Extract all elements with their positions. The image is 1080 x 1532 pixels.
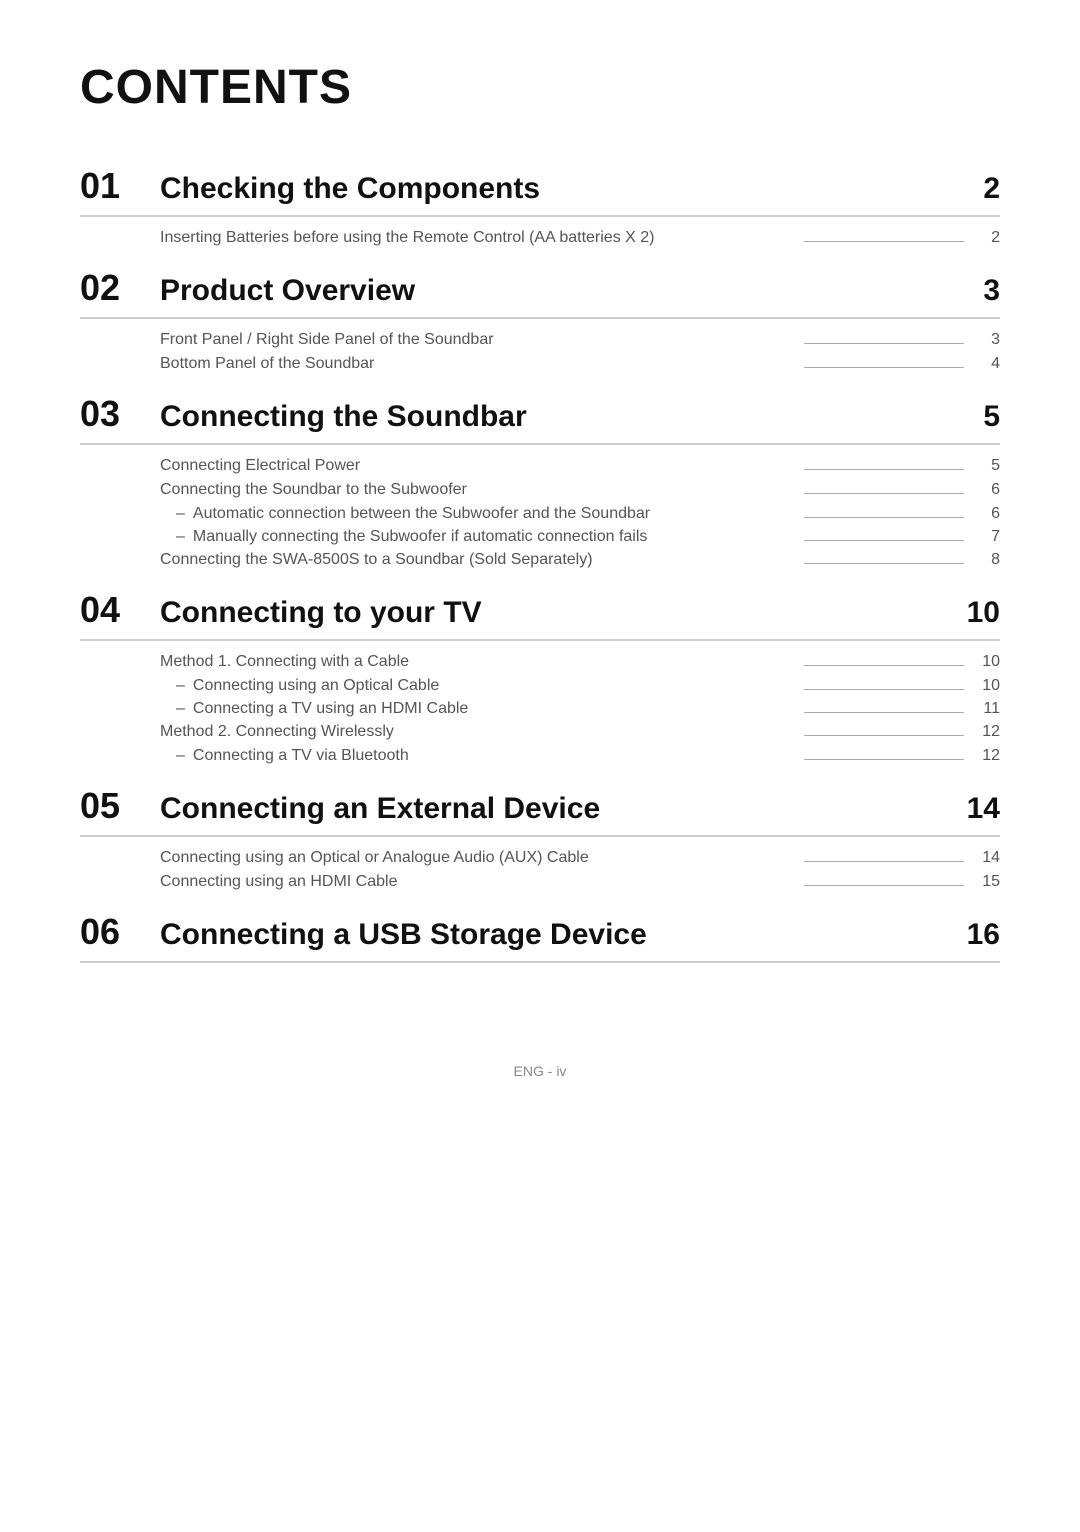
section-number-02: 02 <box>80 267 160 309</box>
toc-entry-text: Connecting using an HDMI Cable <box>160 873 792 891</box>
sub-entry-text: Connecting a TV using an HDMI Cable <box>193 700 792 718</box>
toc-sub-entry: –Connecting using an Optical Cable 10 <box>160 677 1000 695</box>
sub-entry-dash: – <box>176 747 185 765</box>
sub-entry-dots <box>804 540 964 541</box>
section-06: 06Connecting a USB Storage Device16 <box>80 911 1000 963</box>
section-page-06: 16 <box>960 918 1000 952</box>
toc-entry-text: Front Panel / Right Side Panel of the So… <box>160 331 792 349</box>
section-title-04: Connecting to your TV <box>160 596 960 630</box>
section-number-06: 06 <box>80 911 160 953</box>
section-title-01: Checking the Components <box>160 172 960 206</box>
toc-sub-entry: –Connecting a TV via Bluetooth 12 <box>160 747 1000 765</box>
section-title-05: Connecting an External Device <box>160 792 960 826</box>
section-page-02: 3 <box>960 274 1000 308</box>
toc-entry-page: 12 <box>976 723 1000 741</box>
sub-entry-page: 10 <box>976 677 1000 695</box>
section-number-05: 05 <box>80 785 160 827</box>
sub-entry-dash: – <box>176 505 185 523</box>
page-footer: ENG - iv <box>80 1043 1000 1079</box>
sub-entry-page: 12 <box>976 747 1000 765</box>
toc-entry-page: 4 <box>976 355 1000 373</box>
toc-entry: Connecting using an HDMI Cable 15 <box>160 873 1000 891</box>
toc-entry-page: 5 <box>976 457 1000 475</box>
toc-entry-page: 15 <box>976 873 1000 891</box>
toc-entry: Front Panel / Right Side Panel of the So… <box>160 331 1000 349</box>
toc-entry-text: Method 1. Connecting with a Cable <box>160 653 792 671</box>
sub-entry-dots <box>804 517 964 518</box>
section-title-03: Connecting the Soundbar <box>160 400 960 434</box>
toc-entry-text: Connecting the Soundbar to the Subwoofer <box>160 481 792 499</box>
section-page-04: 10 <box>960 596 1000 630</box>
toc-entry: Connecting the SWA-8500S to a Soundbar (… <box>160 551 1000 569</box>
toc-entry: Bottom Panel of the Soundbar 4 <box>160 355 1000 373</box>
toc-entry: Connecting the Soundbar to the Subwoofer… <box>160 481 1000 499</box>
section-number-01: 01 <box>80 165 160 207</box>
toc-entry-dots <box>804 367 964 368</box>
sub-entry-dots <box>804 689 964 690</box>
sub-entry-text: Manually connecting the Subwoofer if aut… <box>193 528 792 546</box>
section-page-03: 5 <box>960 400 1000 434</box>
toc-entry-text: Inserting Batteries before using the Rem… <box>160 229 792 247</box>
toc-entry-page: 6 <box>976 481 1000 499</box>
toc-entry-page: 2 <box>976 229 1000 247</box>
toc-sub-entry: –Manually connecting the Subwoofer if au… <box>160 528 1000 546</box>
section-01: 01Checking the Components2Inserting Batt… <box>80 165 1000 247</box>
toc-entry-dots <box>804 885 964 886</box>
toc-entry-dots <box>804 241 964 242</box>
sub-entry-page: 7 <box>976 528 1000 546</box>
sub-entry-dash: – <box>176 528 185 546</box>
toc-sub-entry: –Automatic connection between the Subwoo… <box>160 505 1000 523</box>
toc-entry: Connecting using an Optical or Analogue … <box>160 849 1000 867</box>
sub-entry-page: 6 <box>976 505 1000 523</box>
sub-entry-text: Connecting using an Optical Cable <box>193 677 792 695</box>
toc-entry-text: Method 2. Connecting Wirelessly <box>160 723 792 741</box>
section-page-01: 2 <box>960 172 1000 206</box>
toc-entry-dots <box>804 563 964 564</box>
table-of-contents: 01Checking the Components2Inserting Batt… <box>80 165 1000 963</box>
sub-entry-text: Automatic connection between the Subwoof… <box>193 505 792 523</box>
toc-entry: Method 2. Connecting Wirelessly 12 <box>160 723 1000 741</box>
toc-entry-page: 10 <box>976 653 1000 671</box>
toc-entry-dots <box>804 665 964 666</box>
section-02: 02Product Overview3Front Panel / Right S… <box>80 267 1000 373</box>
toc-entry-dots <box>804 861 964 862</box>
sub-entry-dash: – <box>176 700 185 718</box>
sub-entry-dash: – <box>176 677 185 695</box>
toc-entry-text: Connecting Electrical Power <box>160 457 792 475</box>
toc-entry-dots <box>804 493 964 494</box>
toc-entry-page: 14 <box>976 849 1000 867</box>
toc-entry: Inserting Batteries before using the Rem… <box>160 229 1000 247</box>
section-05: 05Connecting an External Device14Connect… <box>80 785 1000 891</box>
section-number-03: 03 <box>80 393 160 435</box>
section-title-06: Connecting a USB Storage Device <box>160 918 960 952</box>
page-title: CONTENTS <box>80 60 1000 115</box>
toc-entry-text: Connecting the SWA-8500S to a Soundbar (… <box>160 551 792 569</box>
section-03: 03Connecting the Soundbar5Connecting Ele… <box>80 393 1000 569</box>
sub-entry-text: Connecting a TV via Bluetooth <box>193 747 792 765</box>
section-04: 04Connecting to your TV10Method 1. Conne… <box>80 589 1000 765</box>
toc-sub-entry: –Connecting a TV using an HDMI Cable 11 <box>160 700 1000 718</box>
toc-entry-text: Connecting using an Optical or Analogue … <box>160 849 792 867</box>
toc-entry-dots <box>804 469 964 470</box>
section-page-05: 14 <box>960 792 1000 826</box>
toc-entry-dots <box>804 735 964 736</box>
sub-entry-dots <box>804 712 964 713</box>
toc-entry: Connecting Electrical Power 5 <box>160 457 1000 475</box>
sub-entry-page: 11 <box>976 700 1000 718</box>
toc-entry-page: 8 <box>976 551 1000 569</box>
toc-entry: Method 1. Connecting with a Cable 10 <box>160 653 1000 671</box>
section-number-04: 04 <box>80 589 160 631</box>
section-title-02: Product Overview <box>160 274 960 308</box>
sub-entry-dots <box>804 759 964 760</box>
toc-entry-dots <box>804 343 964 344</box>
toc-entry-text: Bottom Panel of the Soundbar <box>160 355 792 373</box>
toc-entry-page: 3 <box>976 331 1000 349</box>
